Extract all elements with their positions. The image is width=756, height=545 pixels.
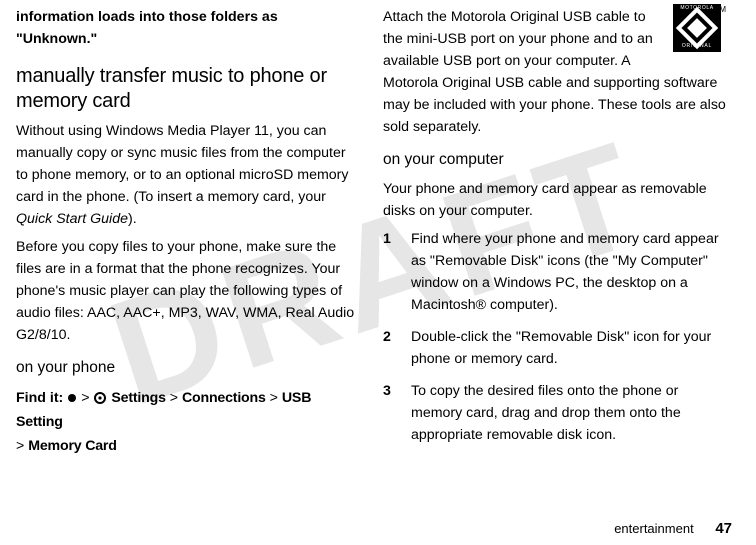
page-content: information loads into those folders as …: [0, 0, 756, 545]
sep-icon: >: [170, 390, 178, 406]
logo-text-bottom: ORIGINAL: [673, 43, 721, 51]
sep-icon: >: [270, 390, 278, 406]
step-text: Find where your phone and memory card ap…: [411, 228, 726, 316]
settings-icon: [94, 392, 106, 404]
step-number: 2: [383, 326, 411, 370]
menu-memory-card: Memory Card: [28, 438, 116, 454]
sep-icon: >: [16, 438, 24, 454]
heading-on-your-phone: on your phone: [16, 356, 359, 380]
right-column: TM MOTOROLA ORIGINAL Attach the Motorola…: [371, 0, 738, 545]
step-row: 3 To copy the desired files onto the pho…: [383, 380, 726, 446]
step-row: 2 Double-click the "Removable Disk" icon…: [383, 326, 726, 370]
para-without-wmp: Without using Windows Media Player 11, y…: [16, 120, 359, 230]
para-formats: Before you copy files to your phone, mak…: [16, 236, 359, 346]
step-text: Double-click the "Removable Disk" icon f…: [411, 326, 726, 370]
logo-box: MOTOROLA ORIGINAL: [673, 4, 721, 52]
sep-icon: >: [81, 390, 89, 406]
menu-icon: [68, 394, 76, 402]
step-number: 1: [383, 228, 411, 316]
step-row: 1 Find where your phone and memory card …: [383, 228, 726, 316]
quick-start-guide: Quick Start Guide: [16, 211, 128, 227]
motorola-original-logo: TM MOTOROLA ORIGINAL: [668, 4, 726, 52]
menu-settings: Settings: [111, 390, 165, 406]
find-it-path: Find it: > Settings > Connections > USB …: [16, 386, 359, 458]
para-removable-disks: Your phone and memory card appear as rem…: [383, 178, 726, 222]
step-text: To copy the desired files onto the phone…: [411, 380, 726, 446]
find-it-label: Find it:: [16, 390, 63, 406]
menu-connections: Connections: [182, 390, 266, 406]
heading-manual-transfer: manually transfer music to phone or memo…: [16, 64, 359, 114]
para1-a: Without using Windows Media Player 11, y…: [16, 123, 349, 205]
para1-c: ).: [128, 211, 137, 227]
step-number: 3: [383, 380, 411, 446]
intro-bold: information loads into those folders as …: [16, 6, 359, 50]
heading-on-your-computer: on your computer: [383, 148, 726, 172]
left-column: information loads into those folders as …: [4, 0, 371, 545]
